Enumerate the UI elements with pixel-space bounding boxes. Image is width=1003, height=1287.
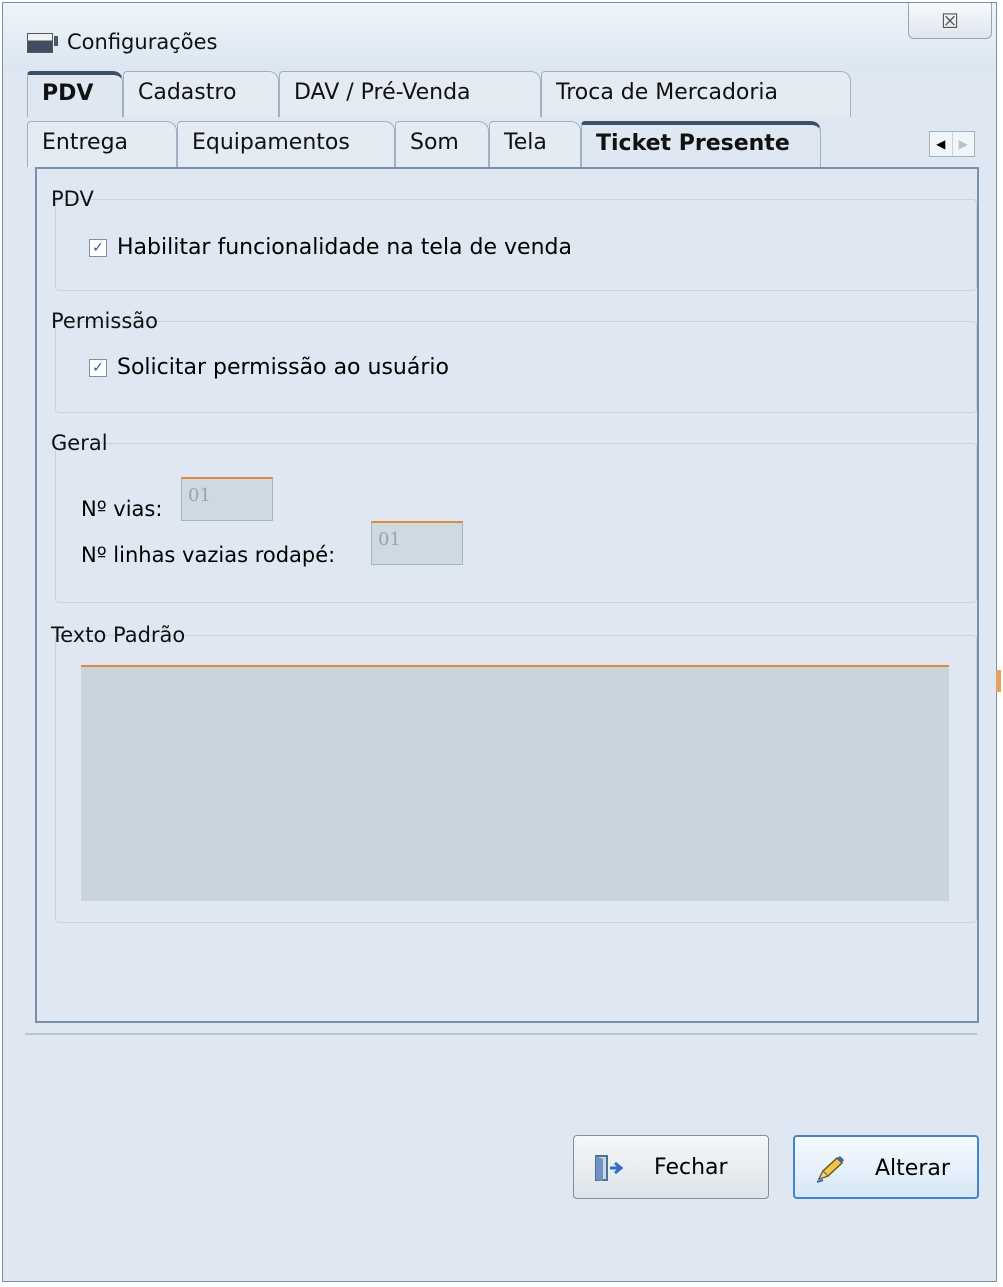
tab-scroll-left-icon[interactable]: ◀ [930,132,952,156]
input-num-vias[interactable]: 01 [181,477,273,521]
tab-scroll-right-icon[interactable]: ▶ [951,132,975,156]
close-icon: ☒ [941,8,959,33]
tab-som[interactable]: Som [395,121,489,167]
tab-label: Tela [504,130,547,155]
alterar-button-label: Alterar [875,1156,950,1181]
fechar-button-label: Fechar [654,1155,728,1180]
tab-panel-ticket-presente: PDV ✓ Habilitar funcionalidade na tela d… [35,167,979,1023]
footer-separator [25,1033,977,1035]
checkbox-habilitar[interactable]: ✓ [89,239,107,257]
tab-label: Ticket Presente [596,131,790,156]
pencil-icon [816,1156,844,1183]
tab-tela[interactable]: Tela [489,121,581,167]
tab-pdv[interactable]: PDV [27,71,123,117]
tabs-row-sub: Entrega Equipamentos Som Tela Ticket Pre… [27,121,977,167]
tab-label: Equipamentos [192,130,350,155]
configuracoes-window: Configurações ☒ PDV Cadastro DAV / Pré-V… [2,2,997,1282]
window-title: Configurações [67,30,218,54]
tab-equipamentos[interactable]: Equipamentos [177,121,395,167]
tab-cadastro[interactable]: Cadastro [123,71,279,117]
tab-dav-pre-venda[interactable]: DAV / Pré-Venda [279,71,541,117]
tab-label: Cadastro [138,80,237,105]
tab-label: Som [410,130,459,155]
exit-door-icon [595,1155,624,1181]
checkmark-icon: ✓ [92,240,104,256]
alterar-button[interactable]: Alterar [793,1135,979,1199]
checkbox-label-solicitar-permissao[interactable]: Solicitar permissão ao usuário [117,355,449,380]
input-num-linhas-vazias-rodape[interactable]: 01 [371,521,463,565]
tab-troca-de-mercadoria[interactable]: Troca de Mercadoria [541,71,851,117]
fechar-button[interactable]: Fechar [573,1135,769,1199]
label-num-vias: Nº vias: [81,497,163,521]
close-button[interactable]: ☒ [908,3,992,39]
tab-label: PDV [42,81,94,106]
tab-label: DAV / Pré-Venda [294,80,471,105]
app-window-icon [27,33,58,53]
background-window-edge [996,670,1001,692]
group-title-permissao: Permissão [51,309,158,333]
group-geral [55,443,977,603]
group-title-geral: Geral [51,431,108,455]
checkbox-solicitar-permissao[interactable]: ✓ [89,359,107,377]
checkbox-label-habilitar[interactable]: Habilitar funcionalidade na tela de vend… [117,235,572,260]
label-num-linhas-vazias-rodape: Nº linhas vazias rodapé: [81,543,336,567]
tab-label: Entrega [42,130,129,155]
tab-scroll-buttons: ◀ ▶ [929,131,975,157]
tab-ticket-presente[interactable]: Ticket Presente [581,121,821,167]
textarea-texto-padrao[interactable] [81,665,949,901]
group-title-pdv: PDV [51,187,94,211]
tab-entrega[interactable]: Entrega [27,121,177,167]
checkmark-icon: ✓ [92,360,104,376]
title-bar: Configurações ☒ [3,3,996,71]
tabs-row-main: PDV Cadastro DAV / Pré-Venda Troca de Me… [27,71,977,117]
tab-label: Troca de Mercadoria [556,80,779,105]
group-title-texto-padrao: Texto Padrão [51,623,186,647]
